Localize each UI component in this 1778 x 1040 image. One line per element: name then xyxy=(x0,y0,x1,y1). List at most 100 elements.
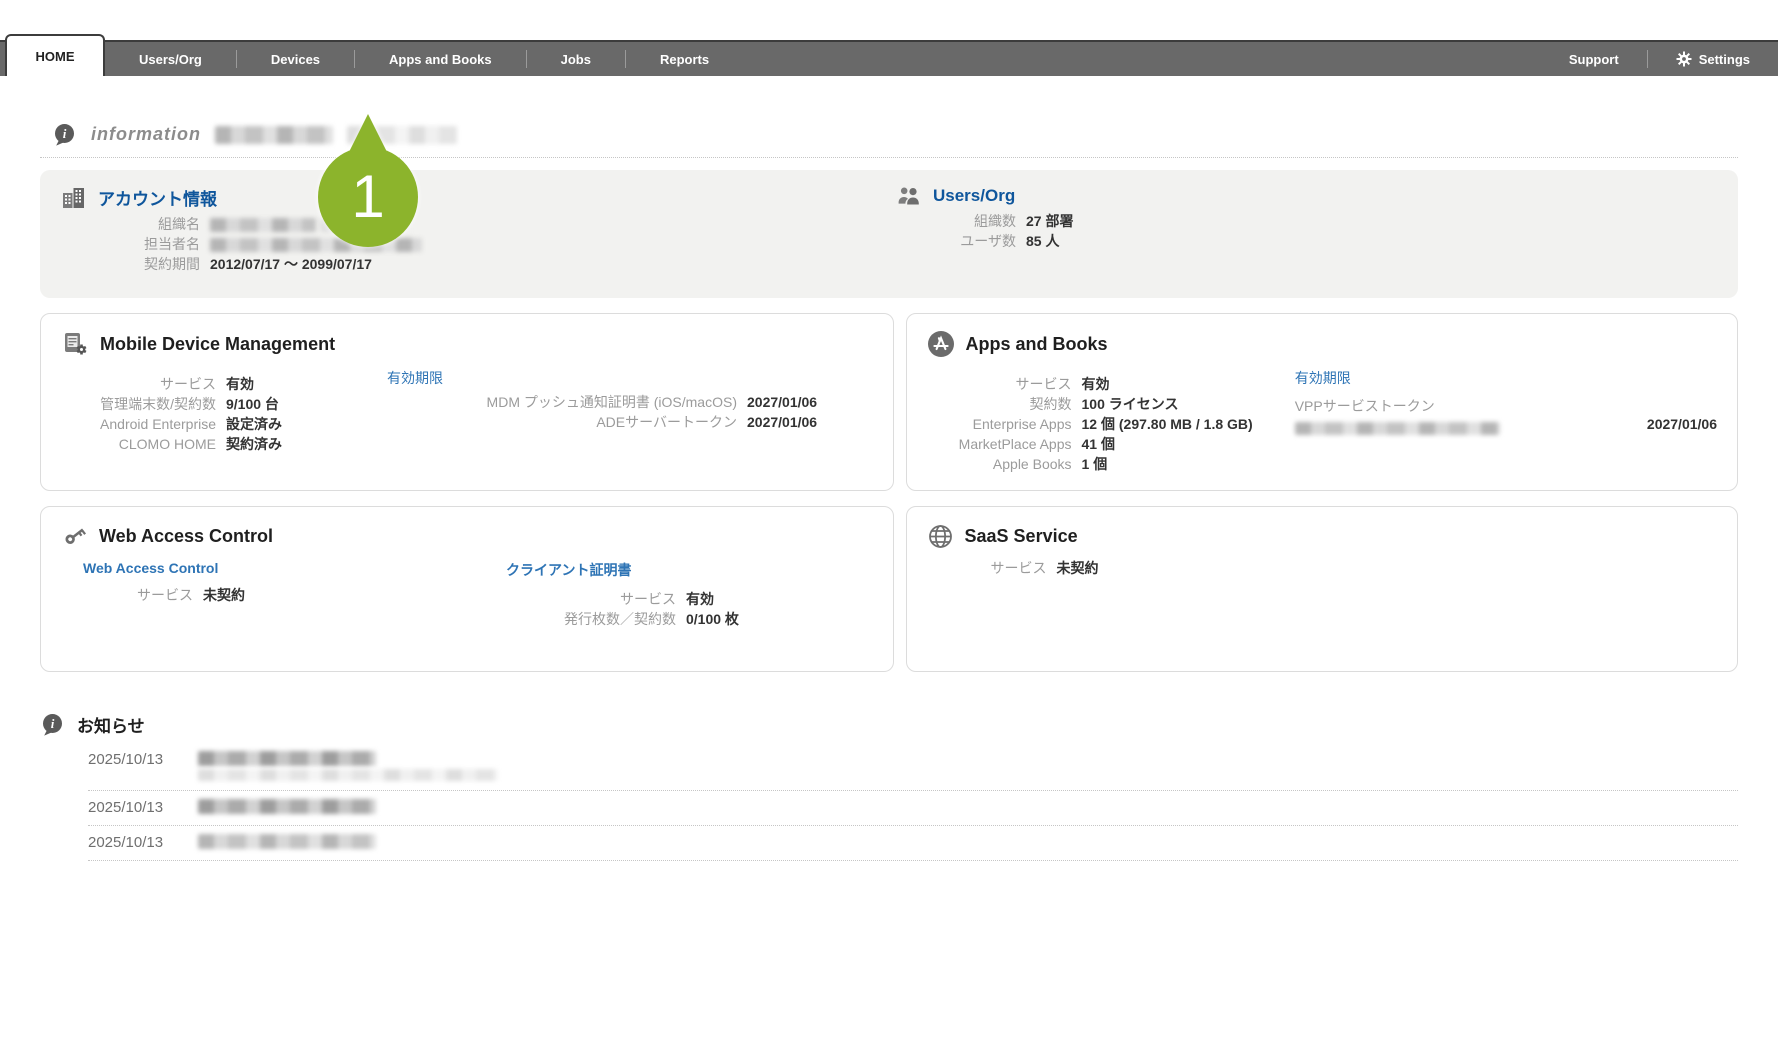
mdm-push-cert-label: MDM プッシュ通知証明書 (iOS/macOS) xyxy=(486,394,737,410)
user-count-row: ユーザ数 85 人 xyxy=(896,233,1073,250)
org-count-label: 組織数 xyxy=(974,213,1016,229)
account-period-row: 契約期間 2012/07/17 ～ 2099/07/17 xyxy=(60,256,1718,273)
user-count-label: ユーザ数 xyxy=(960,233,1016,249)
cert-service-value: 有効 xyxy=(686,591,714,607)
tab-devices[interactable]: Devices xyxy=(237,42,354,76)
redacted-notice-title xyxy=(198,834,376,849)
mdm-service-label: サービス xyxy=(160,376,216,392)
redacted-notice-title xyxy=(198,751,376,766)
wac-service-value: 未契約 xyxy=(203,587,245,603)
users-icon xyxy=(896,184,922,208)
web-access-control-card: Web Access Control Web Access Control サー… xyxy=(40,506,894,672)
redacted-notice-subtext xyxy=(198,769,498,781)
notice-row[interactable]: 2025/10/13 xyxy=(88,791,1738,826)
apps-books-value: 1 個 xyxy=(1081,456,1108,472)
saas-service-card: SaaS Service サービス 未契約 xyxy=(905,506,1738,672)
saas-status-list: サービス 未契約 xyxy=(927,560,1717,577)
org-count-row: 組織数 27 部署 xyxy=(896,213,1073,230)
mdm-expiry-link[interactable]: 有効期限 xyxy=(387,368,443,388)
account-contact-row: 担当者名 xyxy=(60,236,1718,253)
gear-icon xyxy=(1676,51,1692,67)
users-org-summary: Users/Org 組織数 27 部署 ユーザ数 85 人 xyxy=(896,184,1073,250)
notice-row[interactable]: 2025/10/13 xyxy=(88,826,1738,861)
redacted-vpp-token xyxy=(1294,422,1500,435)
tab-apps-and-books[interactable]: Apps and Books xyxy=(355,42,526,76)
org-count-value: 27 部署 xyxy=(1026,213,1074,229)
settings-label: Settings xyxy=(1698,51,1750,67)
wac-service-label: サービス xyxy=(137,587,193,603)
tab-reports[interactable]: Reports xyxy=(626,42,743,76)
saas-service-value: 未契約 xyxy=(1056,560,1099,576)
apps-marketplace-value: 41 個 xyxy=(1081,436,1115,452)
apps-and-books-card: Apps and Books サービス 有効 契約数 100 ライセンス Enter… xyxy=(905,313,1738,491)
step-callout-1: 1 xyxy=(318,147,418,247)
settings-link[interactable]: Settings xyxy=(1648,51,1778,67)
contact-name-label: 担当者名 xyxy=(144,236,200,252)
notice-date: 2025/10/13 xyxy=(88,799,164,816)
client-cert-link[interactable]: クライアント証明書 xyxy=(506,560,631,580)
contract-period-label: 契約期間 xyxy=(144,256,200,272)
mdm-clomo-home-label: CLOMO HOME xyxy=(118,436,216,452)
apps-marketplace-label: MarketPlace Apps xyxy=(958,436,1072,452)
step-callout-number: 1 xyxy=(351,163,385,230)
apps-service-value: 有効 xyxy=(1081,376,1110,392)
account-summary-panel: アカウント情報 組織名 担当者名 契約期間 2012/07/17 ～ 2099/… xyxy=(40,170,1738,298)
mdm-clomo-home-value: 契約済み xyxy=(226,436,282,452)
wac-service-block: Web Access Control サービス 未契約 xyxy=(61,560,481,628)
apps-service-label: サービス xyxy=(1015,376,1072,392)
redacted-information-text xyxy=(215,125,333,144)
vpp-token-block: 有効期限 VPPサービストークン 2027/01/06 xyxy=(1294,368,1717,473)
mdm-ade-token-date: 2027/01/06 xyxy=(747,414,818,430)
notice-row[interactable]: 2025/10/13 xyxy=(88,743,1738,791)
wac-service-link[interactable]: Web Access Control xyxy=(83,560,218,576)
mdm-status-list: サービス 有効 管理端末数/契約数 9/100 台 Android Enterpri… xyxy=(61,373,282,453)
information-title: information xyxy=(91,124,201,144)
globe-icon xyxy=(927,523,954,550)
mdm-devices-value: 9/100 台 xyxy=(226,396,279,412)
org-name-label: 組織名 xyxy=(158,216,200,232)
apps-books-label: Apple Books xyxy=(992,456,1072,472)
mdm-title: Mobile Device Management xyxy=(100,333,336,354)
svg-text:i: i xyxy=(51,716,55,731)
apps-expiry-link[interactable]: 有効期限 xyxy=(1295,368,1351,388)
notices-section: i お知らせ 2025/10/13 2025/10/13 2025/10/13 xyxy=(40,712,1738,861)
mdm-push-cert-date: 2027/01/06 xyxy=(747,394,818,410)
apps-and-books-title: Apps and Books xyxy=(965,333,1108,354)
mdm-ade-token-label: ADEサーバートークン xyxy=(596,414,737,430)
account-info-title: アカウント情報 xyxy=(98,190,217,209)
info-bubble-icon: i xyxy=(52,122,77,147)
saas-service-title: SaaS Service xyxy=(964,526,1078,546)
mdm-service-value: 有効 xyxy=(226,376,254,392)
vpp-token-label: VPPサービストークン xyxy=(1294,398,1435,414)
service-cards-grid: Mobile Device Management サービス 有効 管理端末数/契約… xyxy=(40,313,1738,672)
support-link[interactable]: Support xyxy=(1541,52,1647,67)
notices-list: 2025/10/13 2025/10/13 2025/10/13 xyxy=(88,743,1738,861)
top-navigation: HOME Users/Org Devices Apps and Books Jo… xyxy=(0,34,1778,76)
notices-title: お知らせ xyxy=(77,717,145,736)
user-count-value: 85 人 xyxy=(1026,233,1060,249)
web-access-control-title: Web Access Control xyxy=(99,526,274,546)
apps-license-value: 100 ライセンス xyxy=(1081,396,1179,412)
tab-users-org[interactable]: Users/Org xyxy=(105,42,236,76)
users-org-title: Users/Org xyxy=(933,186,1016,205)
apps-enterprise-label: Enterprise Apps xyxy=(972,416,1072,432)
tab-home[interactable]: HOME xyxy=(5,34,105,76)
mdm-card: Mobile Device Management サービス 有効 管理端末数/契約… xyxy=(40,313,894,491)
notice-bubble-icon: i xyxy=(40,712,65,737)
notice-date: 2025/10/13 xyxy=(88,834,164,851)
mdm-android-label: Android Enterprise xyxy=(100,416,216,432)
svg-text:i: i xyxy=(63,126,67,141)
tab-jobs[interactable]: Jobs xyxy=(527,42,625,76)
buildings-icon xyxy=(60,184,87,211)
client-cert-block: クライアント証明書 サービス 有効 発行枚数／契約数 0/100 枚 xyxy=(506,560,739,628)
mdm-android-value: 設定済み xyxy=(226,416,282,432)
mdm-expiry-block: 有効期限 MDM プッシュ通知証明書 (iOS/macOS) 2027/01/06… xyxy=(387,368,817,453)
apps-enterprise-value: 12 個 (297.80 MB / 1.8 GB) xyxy=(1081,416,1253,432)
redacted-notice-title xyxy=(198,799,376,814)
notice-date: 2025/10/13 xyxy=(88,751,164,768)
saas-service-label: サービス xyxy=(990,560,1047,576)
vpp-token-expiry-date: 2027/01/06 xyxy=(1646,416,1717,432)
account-org-row: 組織名 xyxy=(60,216,1718,233)
key-icon xyxy=(61,523,88,550)
contract-period-value: 2012/07/17 ～ 2099/07/17 xyxy=(210,256,372,272)
